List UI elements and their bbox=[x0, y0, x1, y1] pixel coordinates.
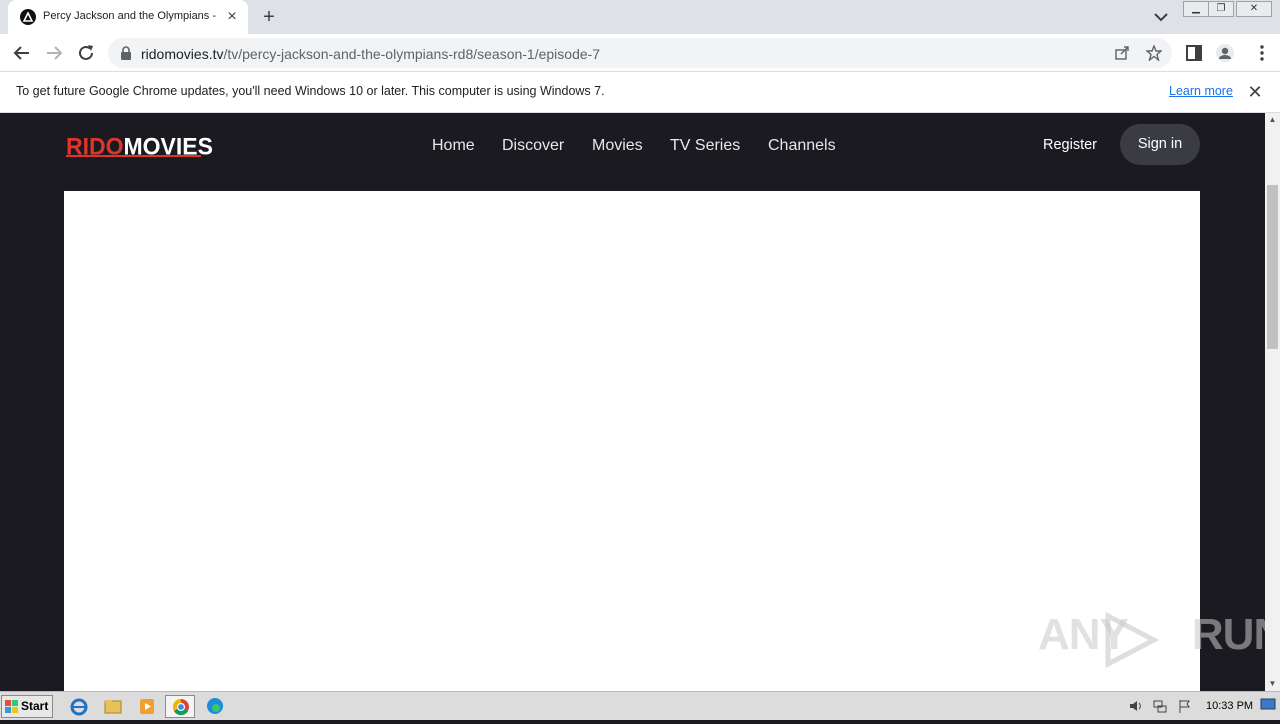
lock-icon[interactable] bbox=[120, 46, 132, 60]
scroll-down-arrow-icon[interactable]: ▼ bbox=[1265, 677, 1280, 691]
nav-home[interactable]: Home bbox=[432, 137, 475, 155]
url-host: ridomovies.tv bbox=[141, 46, 224, 62]
close-window-button[interactable]: ✕ bbox=[1236, 1, 1272, 17]
tab-title: Percy Jackson and the Olympians - S bbox=[43, 10, 219, 22]
infobar-message: To get future Google Chrome updates, you… bbox=[16, 84, 605, 98]
play-triangle-icon bbox=[1105, 612, 1160, 668]
volume-icon[interactable] bbox=[1128, 698, 1144, 714]
tab-close-icon[interactable]: × bbox=[224, 9, 240, 25]
windows-flag-icon bbox=[5, 700, 18, 713]
show-desktop-icon[interactable] bbox=[1260, 697, 1276, 711]
browser-tab[interactable]: Percy Jackson and the Olympians - S × bbox=[8, 0, 248, 34]
internet-explorer-icon[interactable] bbox=[64, 695, 94, 718]
address-bar[interactable]: ridomovies.tv/tv/percy-jackson-and-the-o… bbox=[108, 38, 1172, 68]
learn-more-link[interactable]: Learn more bbox=[1169, 84, 1233, 98]
file-explorer-icon[interactable] bbox=[98, 695, 128, 718]
url-path: /tv/percy-jackson-and-the-olympians-rd8/… bbox=[223, 46, 601, 62]
start-label: Start bbox=[21, 699, 49, 713]
scroll-thumb[interactable] bbox=[1267, 185, 1278, 349]
media-player-icon[interactable] bbox=[132, 695, 162, 718]
action-center-flag-icon[interactable] bbox=[1177, 698, 1193, 714]
tab-search-chevron-icon[interactable] bbox=[1152, 9, 1170, 25]
windows-taskbar: Start 10:33 PM bbox=[0, 691, 1280, 720]
minimize-button[interactable]: ▁ bbox=[1183, 1, 1209, 17]
restore-button[interactable]: ❐ bbox=[1208, 1, 1234, 17]
menu-kebab-icon[interactable] bbox=[1252, 43, 1272, 63]
nav-tv-series[interactable]: TV Series bbox=[670, 137, 740, 155]
nav-movies[interactable]: Movies bbox=[592, 137, 643, 155]
tab-strip: Percy Jackson and the Olympians - S × + … bbox=[0, 0, 1280, 34]
url-text[interactable]: ridomovies.tv/tv/percy-jackson-and-the-o… bbox=[141, 46, 600, 62]
browser-toolbar: ridomovies.tv/tv/percy-jackson-and-the-o… bbox=[0, 34, 1280, 72]
register-link[interactable]: Register bbox=[1043, 137, 1097, 153]
back-arrow-icon[interactable] bbox=[12, 43, 32, 63]
page-scrollbar[interactable]: ▲ ▼ bbox=[1265, 113, 1280, 691]
reload-icon[interactable] bbox=[76, 43, 96, 63]
scroll-up-arrow-icon[interactable]: ▲ bbox=[1265, 113, 1280, 127]
profile-avatar-icon[interactable] bbox=[1215, 43, 1235, 63]
edge-icon[interactable] bbox=[200, 695, 230, 718]
video-player[interactable] bbox=[64, 191, 1200, 691]
share-icon[interactable] bbox=[1114, 45, 1130, 61]
start-button[interactable]: Start bbox=[1, 695, 53, 718]
system-clock[interactable]: 10:33 PM bbox=[1206, 700, 1253, 712]
nav-discover[interactable]: Discover bbox=[502, 137, 564, 155]
logo-underline bbox=[66, 155, 201, 157]
web-page: RIDOMOVIES Home Discover Movies TV Serie… bbox=[0, 113, 1265, 691]
nav-channels[interactable]: Channels bbox=[768, 137, 836, 155]
bookmark-star-icon[interactable] bbox=[1146, 45, 1162, 61]
side-panel-icon[interactable] bbox=[1184, 43, 1204, 63]
network-icon[interactable] bbox=[1152, 698, 1168, 714]
site-favicon-icon bbox=[20, 9, 36, 25]
new-tab-button[interactable]: + bbox=[258, 6, 280, 28]
sign-in-button[interactable]: Sign in bbox=[1120, 124, 1200, 165]
update-infobar: To get future Google Chrome updates, you… bbox=[0, 72, 1280, 113]
infobar-close-icon[interactable]: ✕ bbox=[1247, 83, 1263, 101]
forward-arrow-icon[interactable] bbox=[44, 43, 64, 63]
chrome-taskbar-icon[interactable] bbox=[165, 695, 195, 718]
